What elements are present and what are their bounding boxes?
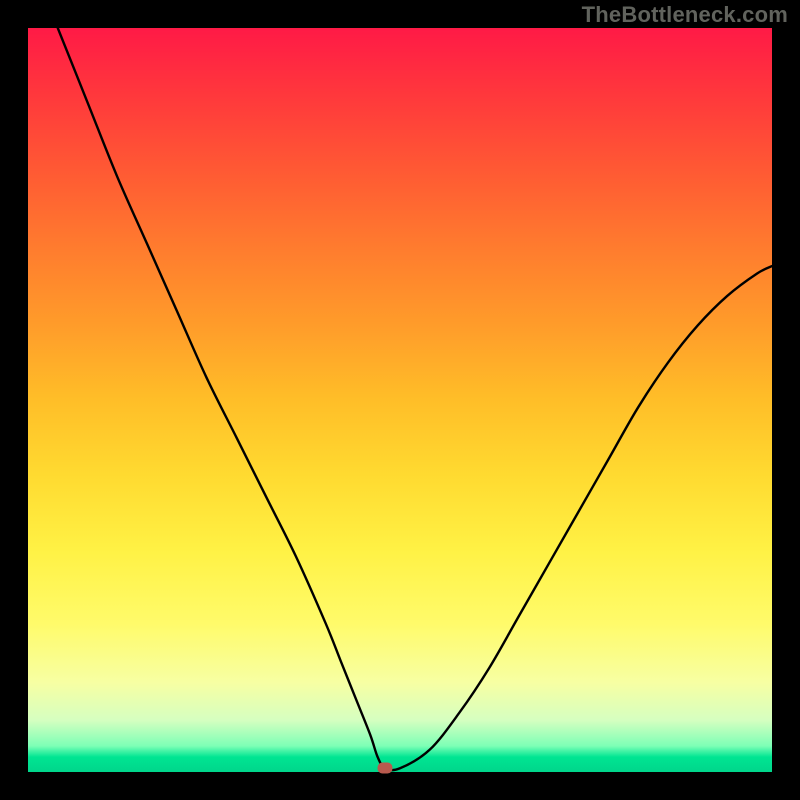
bottleneck-curve — [28, 28, 772, 772]
chart-plot-area — [28, 28, 772, 772]
chart-frame: TheBottleneck.com — [0, 0, 800, 800]
watermark-text: TheBottleneck.com — [582, 2, 788, 28]
optimal-point-marker — [378, 763, 393, 774]
